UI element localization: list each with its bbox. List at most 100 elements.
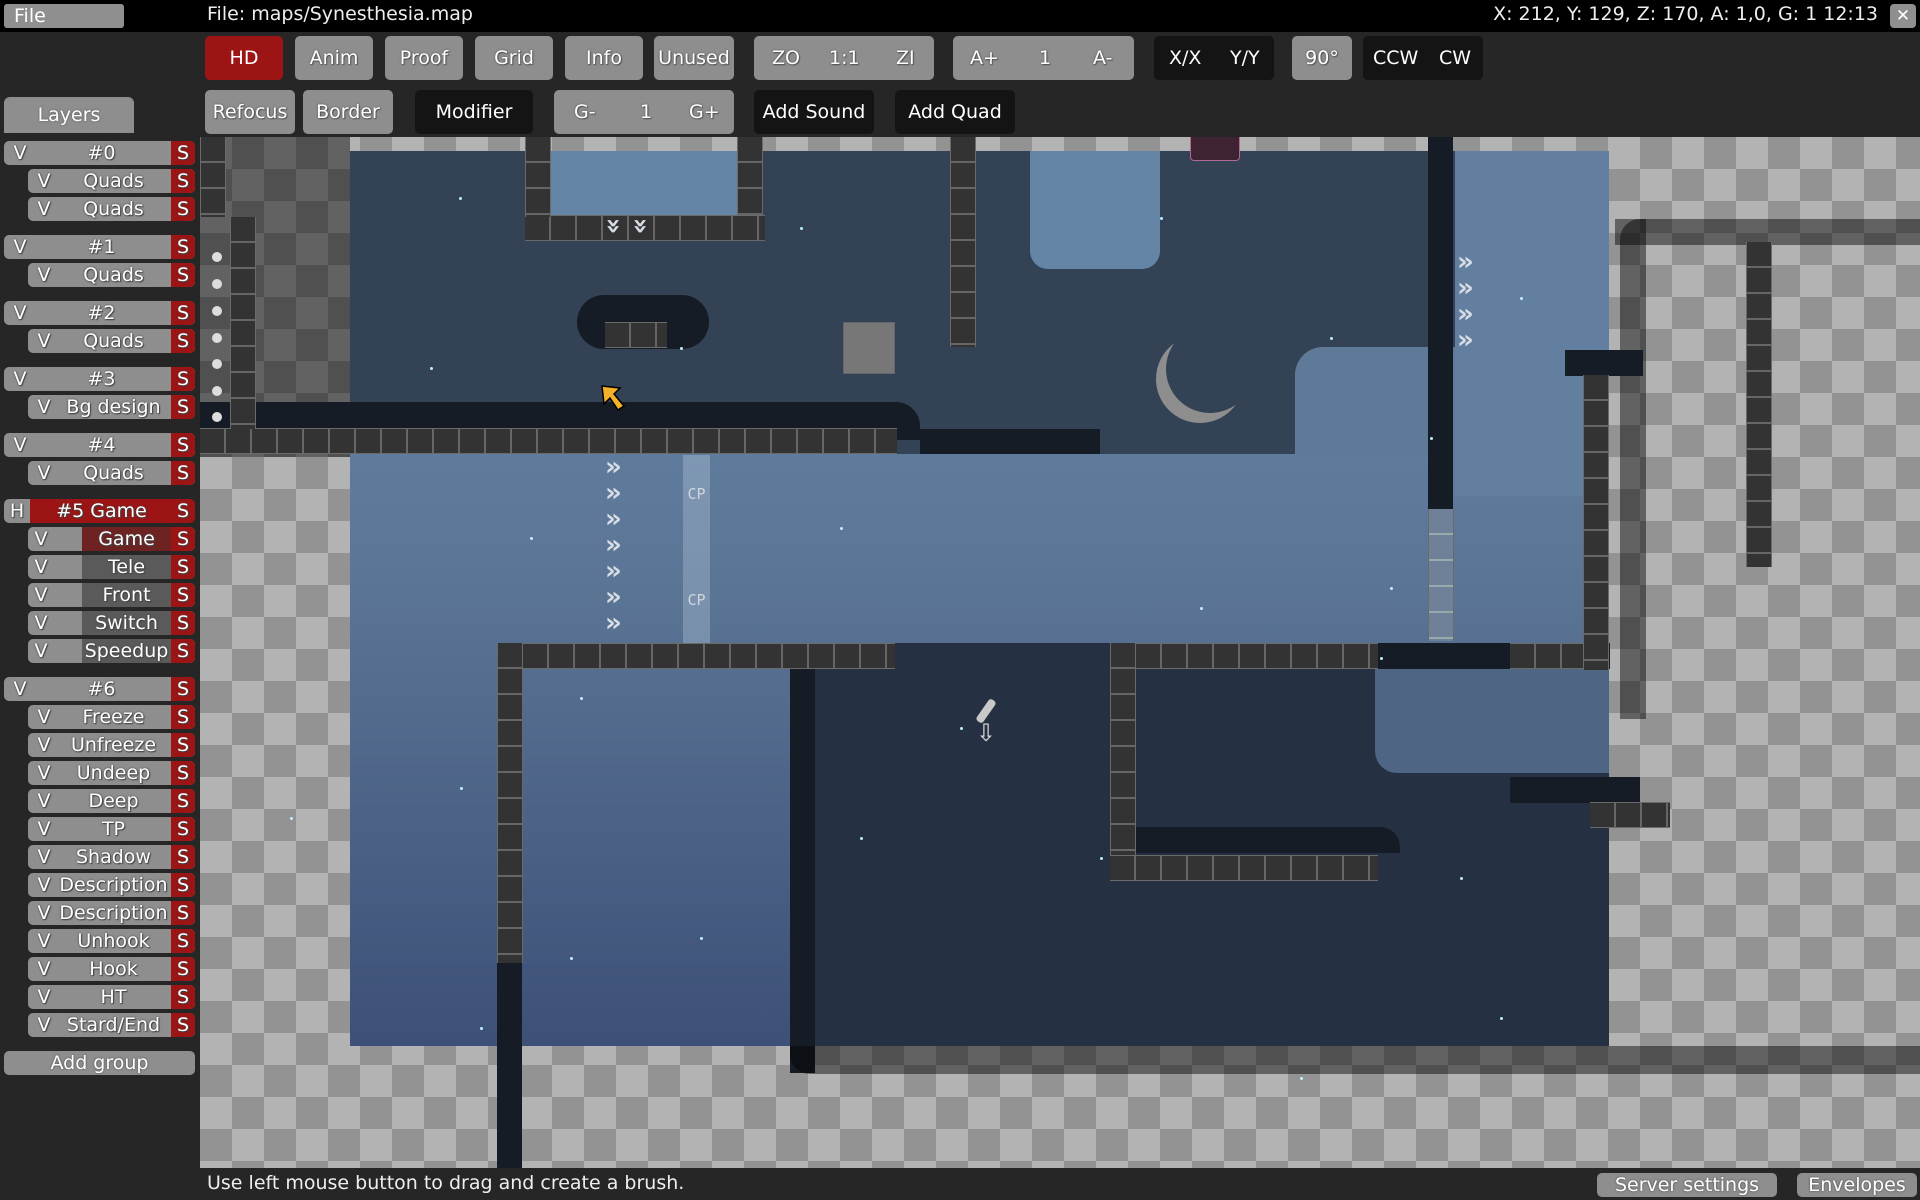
layer-visibility-toggle[interactable]: V	[34, 761, 54, 785]
layer-visibility-toggle[interactable]: V	[34, 901, 54, 925]
layer-solo-button[interactable]: S	[171, 901, 195, 925]
layer-group-6[interactable]: V #6 S	[4, 677, 195, 701]
group-solo-button[interactable]: S	[171, 141, 195, 165]
layer-visibility-toggle[interactable]: V	[28, 611, 54, 635]
layer-item[interactable]: V Quads S	[28, 263, 195, 287]
layer-visibility-toggle[interactable]: V	[34, 929, 54, 953]
group-solo-button[interactable]: S	[171, 677, 195, 701]
group-solo-button[interactable]: S	[171, 301, 195, 325]
layer-solo-button[interactable]: S	[171, 873, 195, 897]
envelopes-button[interactable]: Envelopes	[1797, 1173, 1917, 1197]
group-solo-button[interactable]: S	[171, 367, 195, 391]
layer-item[interactable]: V Quads S	[28, 169, 195, 193]
server-settings-button[interactable]: Server settings	[1597, 1173, 1777, 1197]
group-solo-button[interactable]: S	[171, 235, 195, 259]
layer-group-5[interactable]: H #5 Game S	[4, 499, 195, 523]
group-visibility-toggle[interactable]: V	[10, 367, 30, 391]
group-visibility-toggle[interactable]: H	[4, 499, 30, 523]
layer-item[interactable]: V Tele S	[28, 555, 195, 579]
layer-item[interactable]: V TP S	[28, 817, 195, 841]
zoom-reset-button[interactable]: 1:1	[829, 36, 860, 80]
layer-solo-button[interactable]: S	[171, 705, 195, 729]
layer-solo-button[interactable]: S	[171, 263, 195, 287]
layer-solo-button[interactable]: S	[171, 555, 195, 579]
layer-item[interactable]: V Hook S	[28, 957, 195, 981]
rotation-step-button[interactable]: 90°	[1292, 36, 1352, 80]
layer-visibility-toggle[interactable]: V	[34, 733, 54, 757]
layer-visibility-toggle[interactable]: V	[34, 817, 54, 841]
layer-solo-button[interactable]: S	[171, 197, 195, 221]
layer-item[interactable]: V Speedup S	[28, 639, 195, 663]
layer-item[interactable]: V Undeep S	[28, 761, 195, 785]
layer-item[interactable]: V Switch S	[28, 611, 195, 635]
layer-solo-button[interactable]: S	[171, 1013, 195, 1037]
group-visibility-toggle[interactable]: V	[10, 235, 30, 259]
layer-visibility-toggle[interactable]: V	[34, 789, 54, 813]
layer-solo-button[interactable]: S	[171, 611, 195, 635]
layer-solo-button[interactable]: S	[171, 461, 195, 485]
group-visibility-toggle[interactable]: V	[10, 677, 30, 701]
layer-solo-button[interactable]: S	[171, 789, 195, 813]
layer-solo-button[interactable]: S	[171, 583, 195, 607]
layer-visibility-toggle[interactable]: V	[34, 197, 54, 221]
layer-item[interactable]: V Freeze S	[28, 705, 195, 729]
unused-toggle-button[interactable]: Unused	[654, 36, 734, 80]
layer-visibility-toggle[interactable]: V	[34, 705, 54, 729]
layer-solo-button[interactable]: S	[171, 929, 195, 953]
proof-toggle-button[interactable]: Proof	[385, 36, 463, 80]
anim-toggle-button[interactable]: Anim	[295, 36, 373, 80]
group-visibility-toggle[interactable]: V	[10, 141, 30, 165]
layer-item[interactable]: V Description S	[28, 873, 195, 897]
layer-visibility-toggle[interactable]: V	[28, 555, 54, 579]
group-visibility-toggle[interactable]: V	[10, 301, 30, 325]
layer-solo-button[interactable]: S	[171, 527, 195, 551]
layer-group-2[interactable]: V #2 S	[4, 301, 195, 325]
layer-visibility-toggle[interactable]: V	[34, 461, 54, 485]
add-group-button[interactable]: Add group	[4, 1051, 195, 1075]
layer-visibility-toggle[interactable]: V	[34, 873, 54, 897]
anim-speed-down-button[interactable]: A-	[1093, 36, 1112, 80]
layer-item[interactable]: V Stard/End S	[28, 1013, 195, 1037]
modifier-button[interactable]: Modifier	[415, 90, 533, 134]
layer-item[interactable]: V Game S	[28, 527, 195, 551]
layer-item[interactable]: V Front S	[28, 583, 195, 607]
layer-item[interactable]: V Unfreeze S	[28, 733, 195, 757]
add-quad-button[interactable]: Add Quad	[895, 90, 1015, 134]
layer-solo-button[interactable]: S	[171, 817, 195, 841]
grid-up-button[interactable]: G+	[689, 90, 720, 134]
info-toggle-button[interactable]: Info	[565, 36, 643, 80]
layer-solo-button[interactable]: S	[171, 985, 195, 1009]
layer-visibility-toggle[interactable]: V	[34, 329, 54, 353]
layer-visibility-toggle[interactable]: V	[34, 957, 54, 981]
layer-visibility-toggle[interactable]: V	[34, 263, 54, 287]
layer-group-4[interactable]: V #4 S	[4, 433, 195, 457]
layer-item[interactable]: V Bg design S	[28, 395, 195, 419]
layer-item[interactable]: V Quads S	[28, 461, 195, 485]
add-sound-button[interactable]: Add Sound	[754, 90, 874, 134]
layer-visibility-toggle[interactable]: V	[28, 527, 54, 551]
map-canvas[interactable]: » » »»»»»»» »»»» CP CP ⇩	[200, 137, 1920, 1168]
zoom-in-button[interactable]: ZI	[896, 36, 915, 80]
layer-visibility-toggle[interactable]: V	[34, 985, 54, 1009]
layer-solo-button[interactable]: S	[171, 329, 195, 353]
anim-speed-up-button[interactable]: A+	[970, 36, 999, 80]
layer-item[interactable]: V Unhook S	[28, 929, 195, 953]
layer-solo-button[interactable]: S	[171, 733, 195, 757]
layer-solo-button[interactable]: S	[171, 761, 195, 785]
layer-solo-button[interactable]: S	[171, 169, 195, 193]
layer-solo-button[interactable]: S	[171, 395, 195, 419]
layer-item[interactable]: V Quads S	[28, 329, 195, 353]
layer-group-0[interactable]: V #0 S	[4, 141, 195, 165]
flip-x-button[interactable]: X/X	[1169, 36, 1201, 80]
close-button[interactable]: ✕	[1890, 4, 1916, 28]
layer-item[interactable]: V Description S	[28, 901, 195, 925]
group-solo-button[interactable]: S	[171, 499, 195, 523]
file-menu-button[interactable]: File	[4, 4, 124, 28]
layer-solo-button[interactable]: S	[171, 639, 195, 663]
refocus-button[interactable]: Refocus	[205, 90, 295, 134]
layer-group-1[interactable]: V #1 S	[4, 235, 195, 259]
layer-visibility-toggle[interactable]: V	[28, 639, 54, 663]
zoom-out-button[interactable]: ZO	[772, 36, 800, 80]
grid-down-button[interactable]: G-	[574, 90, 596, 134]
layer-group-3[interactable]: V #3 S	[4, 367, 195, 391]
